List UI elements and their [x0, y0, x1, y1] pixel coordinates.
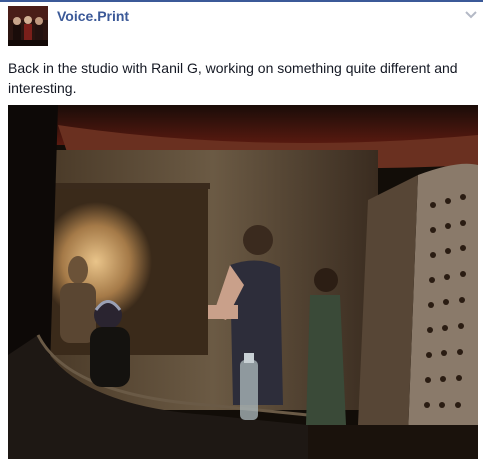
post-text: Back in the studio with Ranil G, working… [8, 60, 458, 96]
chevron-down-icon[interactable] [464, 8, 478, 20]
page-name-link[interactable]: Voice.Print [57, 8, 129, 24]
post-card: Voice.Print Back in the studio with Rani… [0, 0, 483, 466]
avatar[interactable] [8, 6, 48, 46]
post-photo[interactable] [8, 105, 478, 459]
